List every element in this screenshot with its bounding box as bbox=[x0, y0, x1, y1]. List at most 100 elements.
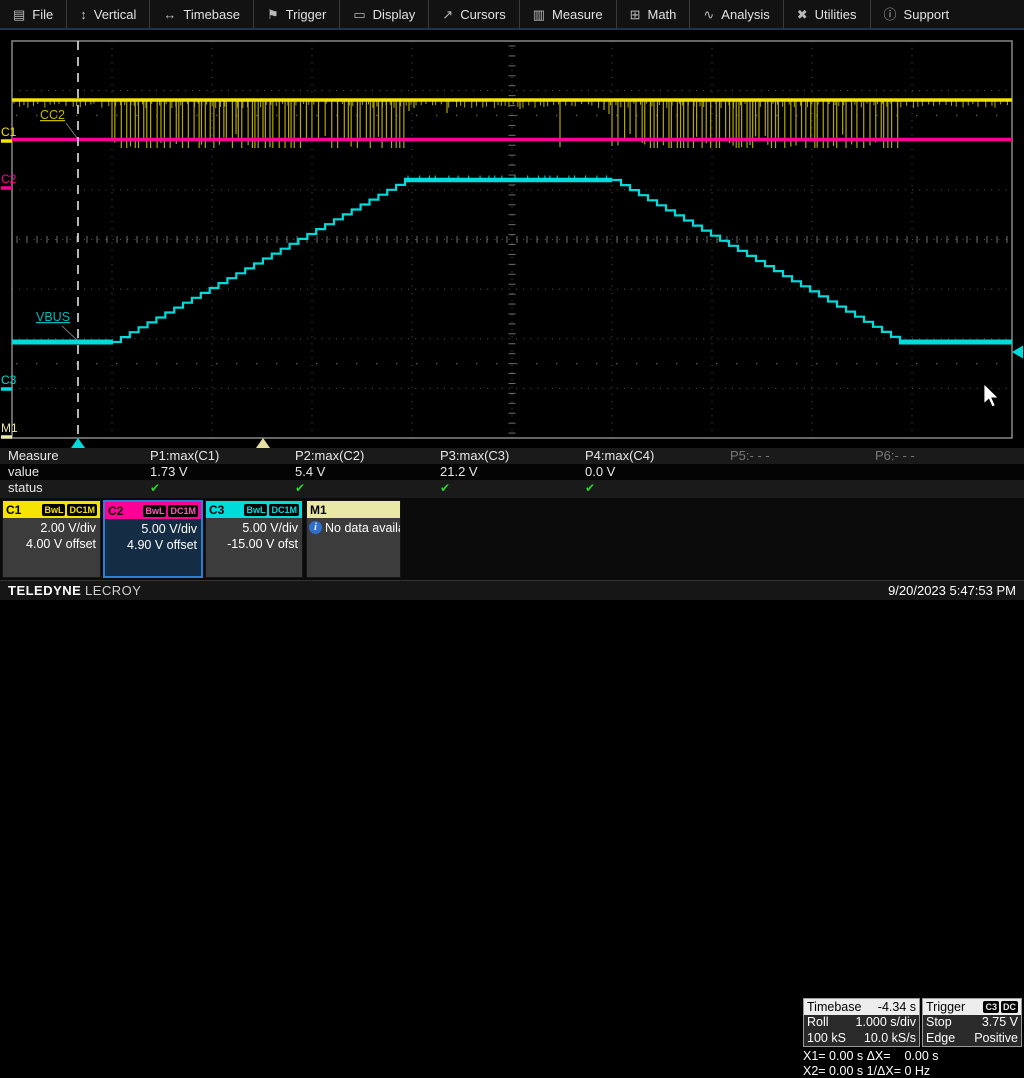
channel-c3-header: C3 BwL DC1M bbox=[206, 501, 302, 518]
teledyne-lecroy-logo: TELEDYNE LECROY bbox=[8, 583, 141, 598]
cursor-x2-line: X2= 0.00 s 1/ΔX= 0 Hz bbox=[803, 1064, 939, 1078]
trigger-coupling-badge: DC bbox=[1001, 1001, 1018, 1013]
c2-offset: 4.90 V offset bbox=[107, 537, 197, 553]
status-bar: TELEDYNE LECROY 9/20/2023 5:47:53 PM bbox=[0, 580, 1024, 600]
measure-param-value-p1: 1.73 V bbox=[150, 464, 295, 480]
channel-c1-header: C1 BwL DC1M bbox=[3, 501, 100, 518]
channel-offset-markers: C1C2C3M1 bbox=[1, 125, 18, 439]
measure-icon: ▥ bbox=[533, 8, 545, 21]
channel-c2-name: C2 bbox=[108, 504, 123, 518]
measure-param-value-p3: 21.2 V bbox=[440, 464, 585, 480]
channel-box-c3[interactable]: C3 BwL DC1M 5.00 V/div -15.00 V ofst bbox=[205, 500, 303, 578]
trigger-source-badge: C3 bbox=[983, 1001, 999, 1013]
trace-c1 bbox=[12, 100, 1012, 148]
marker-tick-c2[interactable] bbox=[1, 186, 12, 190]
svg-text:CC2: CC2 bbox=[40, 108, 65, 122]
menu-item-timebase[interactable]: ↔ Timebase bbox=[149, 0, 253, 28]
trigger-mode: Stop bbox=[926, 1015, 952, 1031]
trigger-type: Edge bbox=[926, 1031, 955, 1047]
measure-values-row: value 1.73 V5.4 V21.2 V0.0 V bbox=[0, 464, 1024, 480]
measure-param-name-p3[interactable]: P3:max(C3) bbox=[440, 448, 585, 464]
menu-item-label: Math bbox=[647, 7, 676, 22]
marker-tick-c1[interactable] bbox=[1, 139, 12, 143]
menu-item-math[interactable]: ⊞ Math bbox=[616, 0, 690, 28]
math-icon: ⊞ bbox=[630, 8, 641, 21]
timebase-samples: 100 kS bbox=[807, 1031, 846, 1047]
m1-time-marker[interactable] bbox=[256, 438, 270, 448]
vertical-icon: ↕ bbox=[80, 8, 87, 21]
m1-message: No data available bbox=[325, 521, 400, 535]
cursors-icon: ↗ bbox=[442, 8, 453, 21]
info-icon: i bbox=[309, 521, 322, 534]
channel-box-c2[interactable]: C2 BwL DC1M 5.00 V/div 4.90 V offset bbox=[103, 500, 203, 578]
menu-item-label: File bbox=[32, 7, 53, 22]
menu-item-label: Timebase bbox=[183, 7, 240, 22]
brand-bold: TELEDYNE bbox=[8, 583, 81, 598]
menu-item-trigger[interactable]: ⚑ Trigger bbox=[253, 0, 339, 28]
status-check-p3: ✔ bbox=[440, 480, 585, 496]
timebase-box[interactable]: Timebase -4.34 s Roll 1.000 s/div 100 kS… bbox=[803, 998, 920, 1047]
c1-bwl-badge: BwL bbox=[42, 504, 65, 516]
measure-param-value-p4: 0.0 V bbox=[585, 464, 730, 480]
marker-label-c1: C1 bbox=[1, 125, 17, 139]
status-check-p2: ✔ bbox=[295, 480, 440, 496]
trigger-box[interactable]: Trigger C3 DC Stop 3.75 V Edge Positive bbox=[922, 998, 1022, 1047]
channel-c1-name: C1 bbox=[6, 503, 21, 517]
menu-item-label: Cursors bbox=[460, 7, 506, 22]
channel-box-c1[interactable]: C1 BwL DC1M 2.00 V/div 4.00 V offset bbox=[2, 500, 101, 578]
cursor-readout: X1= 0.00 s ΔX= 0.00 sX2= 0.00 s 1/ΔX= 0 … bbox=[803, 1049, 939, 1078]
menu-item-vertical[interactable]: ↕ Vertical bbox=[66, 0, 149, 28]
marker-label-c2: C2 bbox=[1, 172, 17, 186]
menu-item-analysis[interactable]: ∿Analysis bbox=[689, 0, 782, 28]
menu-item-measure[interactable]: ▥ Measure bbox=[519, 0, 616, 28]
c3-bwl-badge: BwL bbox=[244, 504, 267, 516]
support-icon: ⓘ bbox=[884, 8, 897, 21]
measure-param-name-p6[interactable]: P6:- - - bbox=[875, 448, 1024, 464]
timebase-rate: 10.0 kS/s bbox=[864, 1031, 916, 1047]
file-icon: ▤ bbox=[13, 8, 25, 21]
display-icon: ▭ bbox=[353, 8, 365, 21]
measure-param-name-p2[interactable]: P2:max(C2) bbox=[295, 448, 440, 464]
menu-item-cursors[interactable]: ↗ Cursors bbox=[428, 0, 518, 28]
svg-text:VBUS: VBUS bbox=[36, 310, 70, 324]
menu-bar: ▤ File ↕ Vertical ↔ Timebase ⚑ Trigger ▭ Display ↗… bbox=[0, 0, 1024, 30]
measure-panel: Measure P1:max(C1)P2:max(C2)P3:max(C3)P4… bbox=[0, 448, 1024, 498]
menu-item-label: Vertical bbox=[94, 7, 137, 22]
measure-status-label: status bbox=[0, 480, 150, 496]
trigger-time-marker[interactable] bbox=[71, 438, 85, 448]
menu-item-display[interactable]: ▭ Display bbox=[339, 0, 428, 28]
memory-box-m1[interactable]: M1 i No data available bbox=[306, 500, 401, 578]
marker-label-c3: C3 bbox=[1, 373, 17, 387]
menu-item-label: Measure bbox=[552, 7, 603, 22]
timebase-header: Timebase -4.34 s bbox=[804, 999, 919, 1015]
trigger-level: 3.75 V bbox=[982, 1015, 1018, 1031]
trigger-level-arrow[interactable] bbox=[1012, 346, 1023, 359]
timebase-title: Timebase bbox=[807, 1000, 861, 1014]
measure-status-row: status ✔✔✔✔ bbox=[0, 480, 1024, 496]
datetime: 9/20/2023 5:47:53 PM bbox=[888, 583, 1016, 598]
menu-item-label: Display bbox=[373, 7, 416, 22]
measure-param-name-p1[interactable]: P1:max(C1) bbox=[150, 448, 295, 464]
timebase-scale: 1.000 s/div bbox=[856, 1015, 916, 1031]
timebase-icon: ↔ bbox=[163, 8, 176, 21]
measure-value-label: value bbox=[0, 464, 150, 480]
menu-item-file[interactable]: ▤ File bbox=[0, 0, 66, 28]
menu-item-support[interactable]: ⓘSupport bbox=[870, 0, 963, 28]
measure-param-name-p5[interactable]: P5:- - - bbox=[730, 448, 875, 464]
marker-tick-m1[interactable] bbox=[1, 435, 12, 439]
c1-coupling-badge: DC1M bbox=[67, 504, 97, 516]
memory-m1-name: M1 bbox=[310, 503, 327, 517]
menu-item-label: Trigger bbox=[286, 7, 327, 22]
c2-vdiv: 5.00 V/div bbox=[107, 521, 197, 537]
menu-item-utilities[interactable]: ✖Utilities bbox=[783, 0, 870, 28]
trigger-icon: ⚑ bbox=[267, 8, 279, 21]
c3-coupling-badge: DC1M bbox=[269, 504, 299, 516]
trigger-title: Trigger bbox=[926, 1000, 965, 1014]
utilities-icon: ✖ bbox=[797, 8, 808, 21]
status-check-p1: ✔ bbox=[150, 480, 295, 496]
marker-tick-c3[interactable] bbox=[1, 387, 12, 391]
measure-row-label: Measure bbox=[0, 448, 150, 464]
trace-c3 bbox=[12, 176, 1012, 343]
c1-offset: 4.00 V offset bbox=[5, 536, 96, 552]
measure-param-name-p4[interactable]: P4:max(C4) bbox=[585, 448, 730, 464]
